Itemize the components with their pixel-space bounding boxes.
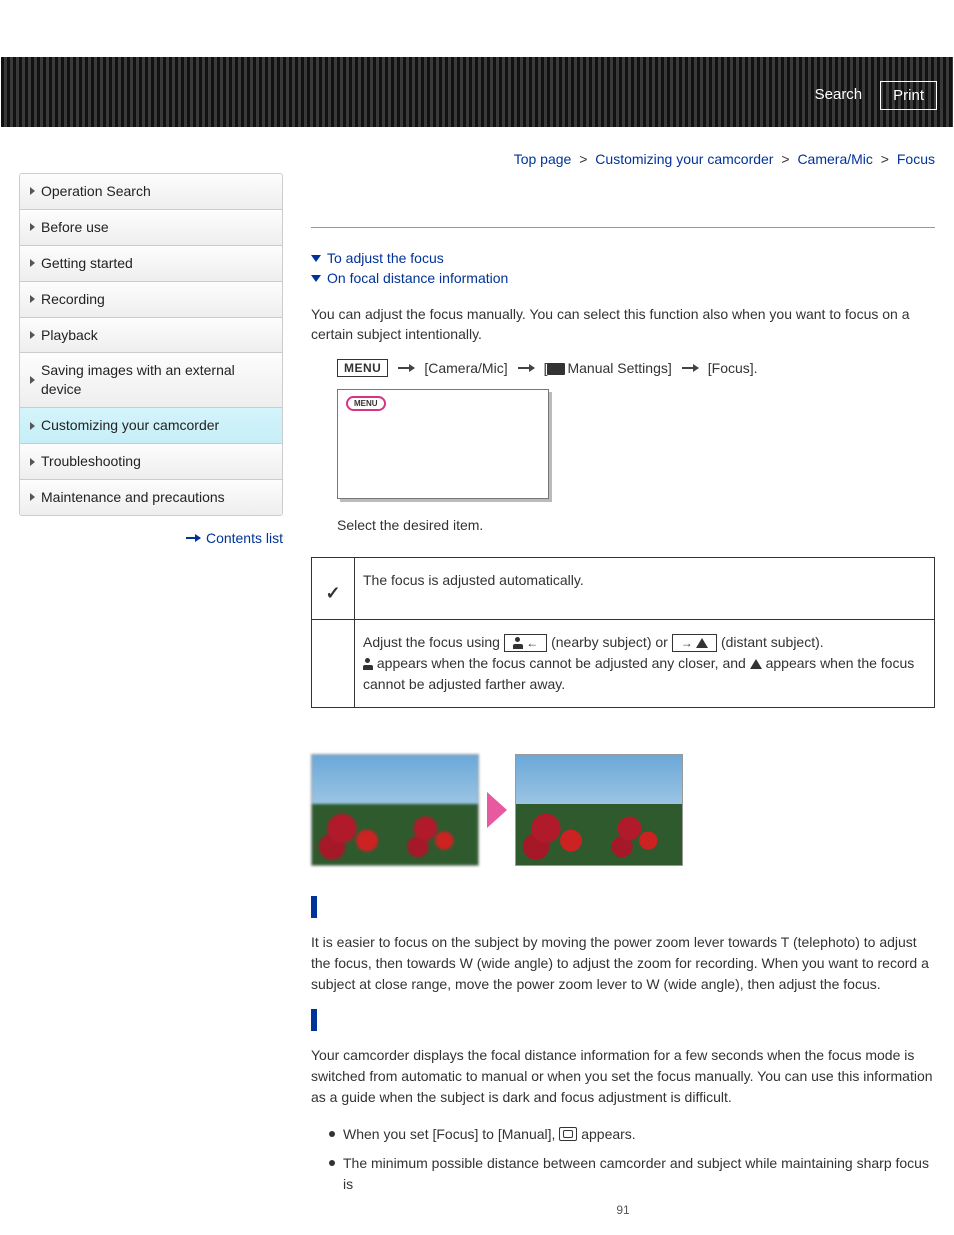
chevron-right-icon (30, 493, 35, 501)
breadcrumb-sep: > (579, 151, 587, 167)
sidebar-item-label: Maintenance and precautions (41, 488, 225, 507)
print-button[interactable]: Print (880, 81, 937, 110)
chevron-right-icon (30, 331, 35, 339)
section-marker (311, 896, 317, 918)
select-desired-item: Select the desired item. (337, 517, 935, 533)
sidebar-item-label: Playback (41, 326, 98, 345)
contents-list-label: Contents list (206, 530, 283, 546)
section-adjust-focus: It is easier to focus on the subject by … (311, 932, 935, 995)
sidebar-item-saving-images[interactable]: Saving images with an external device (20, 353, 282, 407)
table-row: ✓ The focus is adjusted automatically. (312, 557, 935, 619)
arrow-right-icon (398, 367, 414, 369)
table-row: Adjust the focus using ← (nearby subject… (312, 619, 935, 707)
chevron-right-icon (30, 295, 35, 303)
example-photo-sharp (515, 754, 683, 866)
sidebar-item-getting-started[interactable]: Getting started (20, 246, 282, 281)
sidebar-item-playback[interactable]: Playback (20, 318, 282, 353)
focus-near-key-icon: ← (504, 634, 547, 652)
chevron-right-icon (30, 458, 35, 466)
sidebar-item-label: Customizing your camcorder (41, 416, 219, 435)
sidebar-item-label: Recording (41, 290, 105, 309)
menu-button-icon: MENU (337, 359, 388, 377)
breadcrumb-focus[interactable]: Focus (897, 151, 935, 167)
breadcrumb-sep: > (781, 151, 789, 167)
example-image-pair (311, 754, 935, 866)
sidebar-item-maintenance[interactable]: Maintenance and precautions (20, 480, 282, 515)
manual-focus-desc: Adjust the focus using ← (nearby subject… (355, 619, 935, 707)
section-marker (311, 1009, 317, 1031)
anchor-down-icon (311, 255, 321, 262)
sidebar-nav: Operation Search Before use Getting star… (19, 173, 283, 516)
sidebar-item-troubleshooting[interactable]: Troubleshooting (20, 444, 282, 479)
contents-list-link[interactable]: Contents list (19, 530, 283, 546)
list-item: The minimum possible distance between ca… (329, 1153, 935, 1195)
arrow-right-pink-icon (487, 792, 507, 828)
focus-far-key-icon: → (672, 634, 717, 652)
breadcrumb-sep: > (881, 151, 889, 167)
chevron-right-icon (30, 187, 35, 195)
near-limit-icon (363, 658, 373, 670)
main-content: To adjust the focus On focal distance in… (283, 227, 935, 1217)
menu-path: MENU [Camera/Mic] [Manual Settings] [Foc… (337, 359, 935, 377)
breadcrumb-customizing[interactable]: Customizing your camcorder (595, 151, 773, 167)
breadcrumb: Top page > Customizing your camcorder > … (1, 127, 953, 167)
chevron-right-icon (30, 376, 35, 384)
breadcrumb-cammic[interactable]: Camera/Mic (797, 151, 872, 167)
intro-paragraph: You can adjust the focus manually. You c… (311, 304, 935, 345)
auto-focus-desc: The focus is adjusted automatically. (355, 557, 935, 619)
sidebar-item-customizing[interactable]: Customizing your camcorder (20, 408, 282, 443)
header-banner: Search Print (1, 57, 953, 127)
arrow-right-icon (682, 367, 698, 369)
chevron-right-icon (30, 422, 35, 430)
sidebar-item-recording[interactable]: Recording (20, 282, 282, 317)
chevron-right-icon (30, 223, 35, 231)
manual-settings-icon (547, 363, 565, 375)
menu-chip-highlight: MENU (346, 396, 386, 411)
sidebar-item-label: Before use (41, 218, 109, 237)
sidebar-item-label: Troubleshooting (41, 452, 141, 471)
far-limit-icon (750, 659, 762, 669)
sidebar: Operation Search Before use Getting star… (19, 173, 283, 546)
anchor-focal-distance[interactable]: On focal distance information (327, 270, 508, 286)
sidebar-item-before-use[interactable]: Before use (20, 210, 282, 245)
arrow-right-icon (518, 367, 534, 369)
anchor-down-icon (311, 275, 321, 282)
sidebar-item-label: Saving images with an external device (41, 361, 272, 399)
divider (311, 227, 935, 228)
check-icon: ✓ (325, 583, 340, 603)
focus-options-table: ✓ The focus is adjusted automatically. A… (311, 557, 935, 708)
menu-step-focus: [Focus]. (708, 360, 758, 376)
sidebar-item-label: Operation Search (41, 182, 151, 201)
sidebar-item-operation-search[interactable]: Operation Search (20, 174, 282, 209)
manual-focus-indicator-icon (559, 1127, 577, 1141)
section-focal-distance: Your camcorder displays the focal distan… (311, 1045, 935, 1108)
arrow-right-icon (186, 537, 200, 539)
anchor-adjust-focus[interactable]: To adjust the focus (327, 250, 444, 266)
menu-step-cammic: [Camera/Mic] (424, 360, 507, 376)
search-button[interactable]: Search (803, 81, 875, 110)
screen-preview: MENU (337, 389, 549, 499)
chevron-right-icon (30, 259, 35, 267)
menu-step-manual: [Manual Settings] (544, 360, 672, 376)
page-number: 91 (311, 1203, 935, 1217)
sidebar-item-label: Getting started (41, 254, 133, 273)
notes-list: When you set [Focus] to [Manual], appear… (329, 1124, 935, 1195)
example-photo-blurry (311, 754, 479, 866)
breadcrumb-top[interactable]: Top page (514, 151, 572, 167)
list-item: When you set [Focus] to [Manual], appear… (329, 1124, 935, 1145)
